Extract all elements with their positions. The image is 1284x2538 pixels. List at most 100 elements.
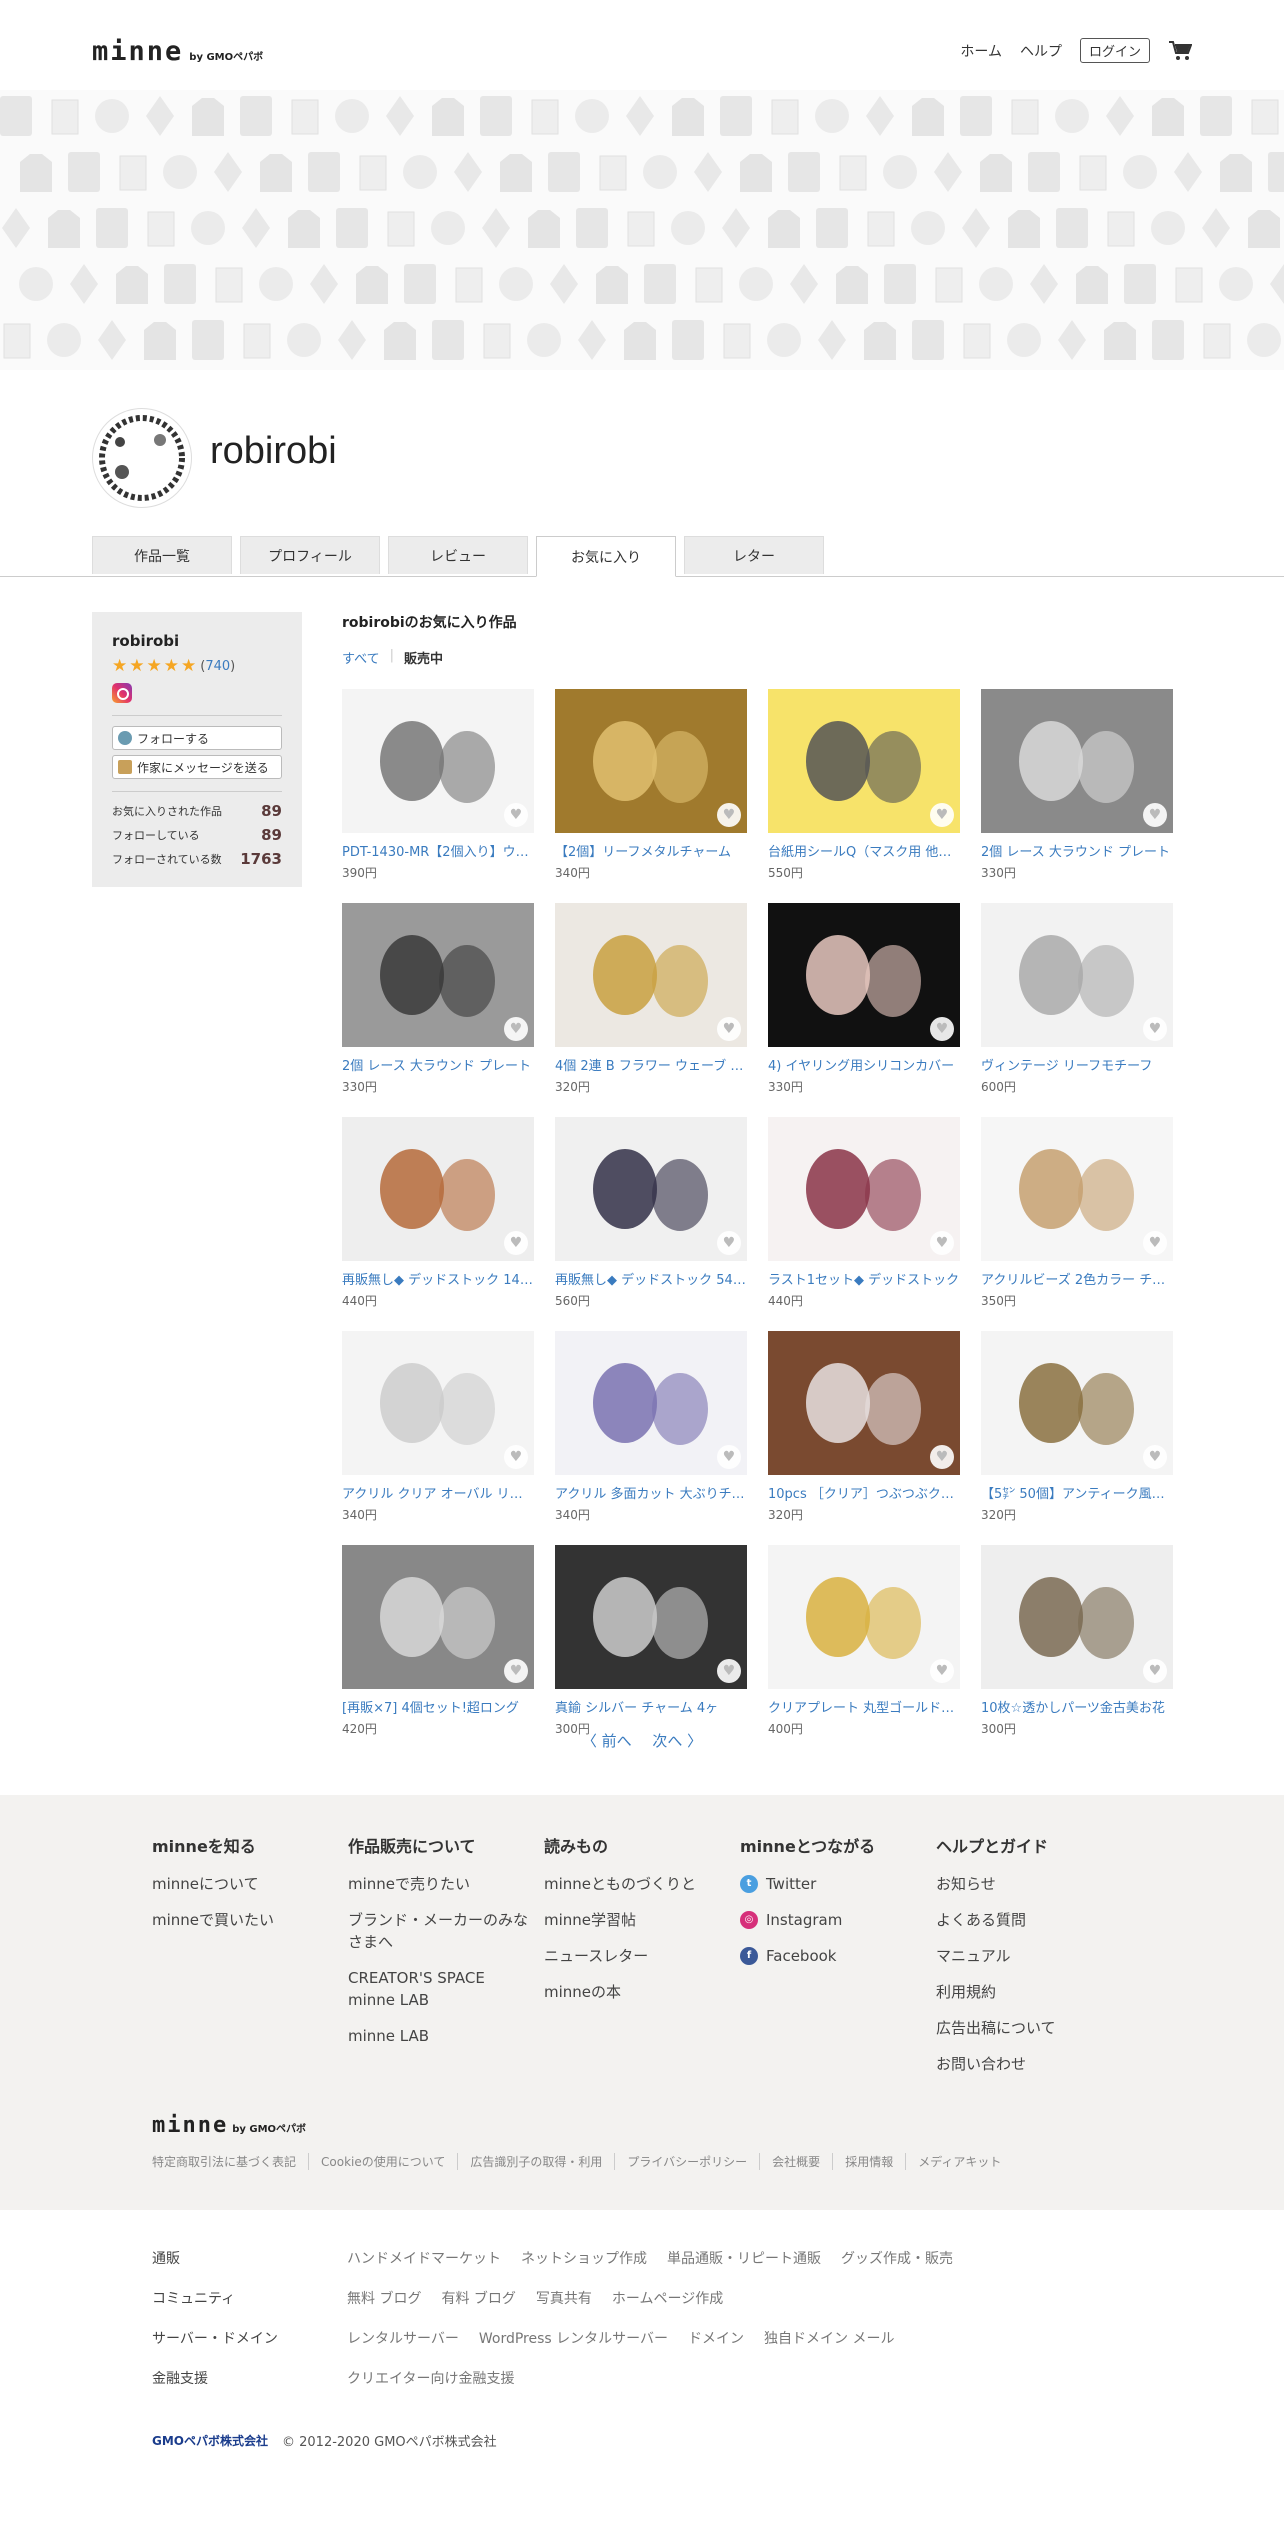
twitter-link[interactable]: t Twitter xyxy=(740,1873,920,1895)
avatar[interactable] xyxy=(92,408,192,508)
product-title[interactable]: アクリル 多面カット 大ぶりチャーム xyxy=(555,1483,747,1502)
favorite-heart-icon[interactable]: ♥ xyxy=(717,1445,741,1469)
send-message-button[interactable]: 作家にメッセージを送る xyxy=(112,755,282,779)
favorite-heart-icon[interactable]: ♥ xyxy=(1143,1445,1167,1469)
product-title[interactable]: ラスト1セット◆ デッドストック xyxy=(768,1269,960,1288)
product-title[interactable]: [再販×7] 4個セット!超ロング xyxy=(342,1697,534,1716)
footer-link[interactable]: 広告出稿について xyxy=(936,2017,1116,2039)
favorite-heart-icon[interactable]: ♥ xyxy=(930,1445,954,1469)
legal-link[interactable]: 採用情報 xyxy=(832,2153,905,2170)
cart-icon[interactable] xyxy=(1168,40,1193,62)
footer-link[interactable]: minneで売りたい xyxy=(348,1873,528,1895)
nav-home[interactable]: ホーム xyxy=(960,41,1002,61)
product-title[interactable]: 台紙用シールQ（マスク用 他… xyxy=(768,841,960,860)
favorite-heart-icon[interactable]: ♥ xyxy=(504,1017,528,1041)
footer-logo[interactable]: minne by GMOペパボ xyxy=(152,2113,306,2138)
product-card[interactable]: ♥ アクリルビーズ 2色カラー チャーム 350円 xyxy=(981,1117,1173,1331)
product-thumbnail[interactable]: ♥ xyxy=(555,1117,747,1261)
footer-link[interactable]: よくある質問 xyxy=(936,1909,1116,1931)
next-page-link[interactable]: 次へ 〉 xyxy=(652,1732,702,1750)
product-card[interactable]: ♥ 4) イヤリング用シリコンカバー 330円 xyxy=(768,903,960,1117)
product-card[interactable]: ♥ アクリル クリア オーバル リング 340円 xyxy=(342,1331,534,1545)
product-title[interactable]: 4個 2連 B フラワー ウェーブ チャーム xyxy=(555,1055,747,1074)
footer-link[interactable]: minneで買いたい xyxy=(152,1909,332,1931)
service-link[interactable]: 無料 ブログ xyxy=(347,2288,421,2308)
product-card[interactable]: ♥ 10pcs ［クリア］つぶつぶクリア 320円 xyxy=(768,1331,960,1545)
product-card[interactable]: ♥ ラスト1セット◆ デッドストック 440円 xyxy=(768,1117,960,1331)
product-title[interactable]: 【5㌢ 50個】アンティーク風スペーサー xyxy=(981,1483,1173,1502)
product-card[interactable]: ♥ 台紙用シールQ（マスク用 他… 550円 xyxy=(768,689,960,903)
favorite-heart-icon[interactable]: ♥ xyxy=(1143,803,1167,827)
product-card[interactable]: ♥ 再販無し◆ デッドストック 14mm 440円 xyxy=(342,1117,534,1331)
tab-works[interactable]: 作品一覧 xyxy=(92,536,232,574)
footer-link[interactable]: minne学習帖 xyxy=(544,1909,724,1931)
favorite-heart-icon[interactable]: ♥ xyxy=(930,1659,954,1683)
product-card[interactable]: ♥ 【5㌢ 50個】アンティーク風スペーサー 320円 xyxy=(981,1331,1173,1545)
favorite-heart-icon[interactable]: ♥ xyxy=(1143,1659,1167,1683)
favorite-heart-icon[interactable]: ♥ xyxy=(930,803,954,827)
favorite-heart-icon[interactable]: ♥ xyxy=(504,1231,528,1255)
service-link[interactable]: ネットショップ作成 xyxy=(521,2248,647,2268)
product-thumbnail[interactable]: ♥ xyxy=(981,1545,1173,1689)
footer-link[interactable]: ブランド・メーカーのみなさまへ xyxy=(348,1909,528,1953)
footer-link[interactable]: minneとものづくりと xyxy=(544,1873,724,1895)
favorite-heart-icon[interactable]: ♥ xyxy=(717,803,741,827)
product-thumbnail[interactable]: ♥ xyxy=(768,903,960,1047)
legal-link[interactable]: 会社概要 xyxy=(759,2153,832,2170)
product-thumbnail[interactable]: ♥ xyxy=(768,1117,960,1261)
product-thumbnail[interactable]: ♥ xyxy=(981,1117,1173,1261)
product-title[interactable]: アクリル クリア オーバル リング xyxy=(342,1483,534,1502)
service-link[interactable]: ドメイン xyxy=(688,2328,744,2348)
service-link[interactable]: WordPress レンタルサーバー xyxy=(479,2328,668,2348)
product-card[interactable]: ♥ 4個 2連 B フラワー ウェーブ チャーム 320円 xyxy=(555,903,747,1117)
product-card[interactable]: ♥ ヴィンテージ リーフモチーフ 600円 xyxy=(981,903,1173,1117)
product-title[interactable]: ヴィンテージ リーフモチーフ xyxy=(981,1055,1173,1074)
stat-following[interactable]: フォローしている 89 xyxy=(112,826,282,844)
service-link[interactable]: レンタルサーバー xyxy=(347,2328,459,2348)
favorite-heart-icon[interactable]: ♥ xyxy=(717,1231,741,1255)
footer-link[interactable]: CREATOR'S SPACE minne LAB xyxy=(348,1967,528,2011)
product-title[interactable]: 再販無し◆ デッドストック 54mm xyxy=(555,1269,747,1288)
product-card[interactable]: ♥ 10枚☆透かしパーツ金古美お花 300円 xyxy=(981,1545,1173,1759)
product-title[interactable]: 2個 レース 大ラウンド プレート xyxy=(981,841,1173,860)
product-title[interactable]: 4) イヤリング用シリコンカバー xyxy=(768,1055,960,1074)
product-title[interactable]: PDT-1430-MR【2個入り】ウェーブパーツ xyxy=(342,841,534,860)
product-thumbnail[interactable]: ♥ xyxy=(981,689,1173,833)
product-card[interactable]: ♥クリアプレート 丸型ゴールドフレーク400円 xyxy=(768,1545,960,1759)
product-card[interactable]: ♥ 真鍮 シルバー チャーム 4ヶ 300円 xyxy=(555,1545,747,1759)
product-card[interactable]: ♥ 【2個】リーフメタルチャーム 340円 xyxy=(555,689,747,903)
review-count[interactable]: (740) xyxy=(200,659,235,674)
legal-link[interactable]: Cookieの使用について xyxy=(308,2153,457,2170)
stat-followers[interactable]: フォローされている数 1763 xyxy=(112,850,282,868)
product-thumbnail[interactable]: ♥ xyxy=(768,1545,960,1689)
instagram-link[interactable]: ◎ Instagram xyxy=(740,1909,920,1931)
product-card[interactable]: ♥ 2個 レース 大ラウンド プレート 330円 xyxy=(342,903,534,1117)
minne-logo[interactable]: minne by GMOペパボ xyxy=(92,36,263,67)
footer-link[interactable]: ニュースレター xyxy=(544,1945,724,1967)
footer-link[interactable]: お知らせ xyxy=(936,1873,1116,1895)
footer-link[interactable]: マニュアル xyxy=(936,1945,1116,1967)
sidebar-creator-name[interactable]: robirobi xyxy=(112,632,282,650)
product-thumbnail[interactable]: ♥ xyxy=(768,1331,960,1475)
favorite-heart-icon[interactable]: ♥ xyxy=(1143,1017,1167,1041)
footer-link[interactable]: minne LAB xyxy=(348,2025,528,2047)
follow-button[interactable]: フォローする xyxy=(112,726,282,750)
legal-link[interactable]: プライバシーポリシー xyxy=(614,2153,759,2170)
product-thumbnail[interactable]: ♥ xyxy=(768,689,960,833)
favorite-heart-icon[interactable]: ♥ xyxy=(504,1445,528,1469)
legal-link[interactable]: 特定商取引法に基づく表記 xyxy=(152,2153,308,2170)
tab-reviews[interactable]: レビュー xyxy=(388,536,528,574)
product-card[interactable]: ♥ [再販×7] 4個セット!超ロング 420円 xyxy=(342,1545,534,1759)
footer-link[interactable]: minneの本 xyxy=(544,1981,724,2003)
legal-link[interactable]: メディアキット xyxy=(905,2153,1013,2170)
product-card[interactable]: ♥ 再販無し◆ デッドストック 54mm 560円 xyxy=(555,1117,747,1331)
favorite-heart-icon[interactable]: ♥ xyxy=(717,1659,741,1683)
product-thumbnail[interactable]: ♥ xyxy=(981,1331,1173,1475)
rating[interactable]: ★ ★ ★ ★ ★ (740) xyxy=(112,658,282,675)
product-thumbnail[interactable]: ♥ xyxy=(342,1331,534,1475)
favorite-heart-icon[interactable]: ♥ xyxy=(930,1017,954,1041)
product-thumbnail[interactable]: ♥ xyxy=(555,1545,747,1689)
product-thumbnail[interactable]: ♥ xyxy=(981,903,1173,1047)
service-link[interactable]: 単品通販・リピート通販 xyxy=(667,2248,821,2268)
tab-letters[interactable]: レター xyxy=(684,536,824,574)
